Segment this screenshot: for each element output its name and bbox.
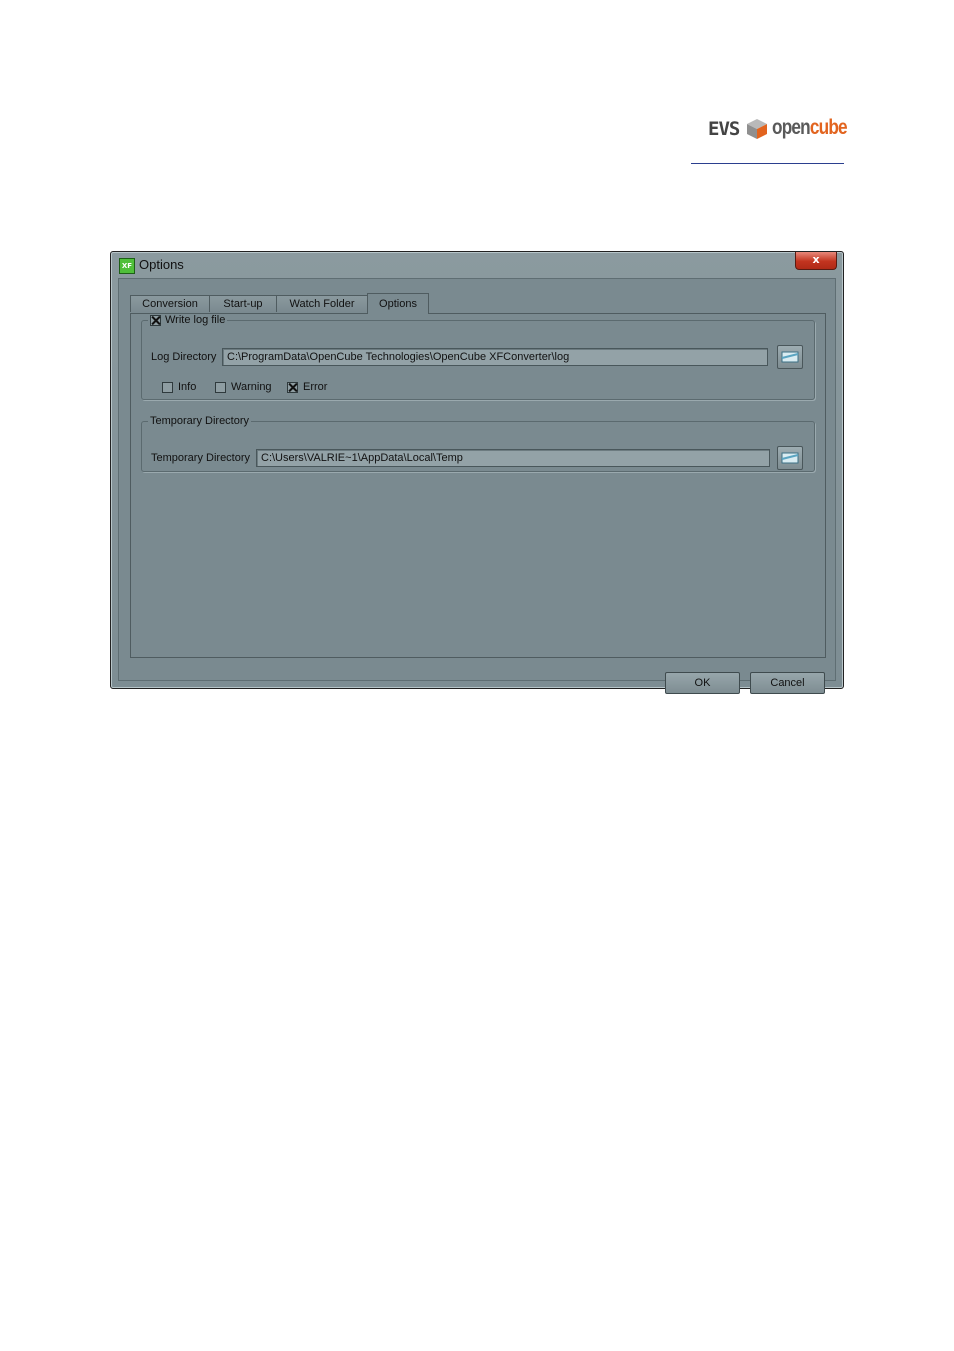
cancel-button[interactable]: Cancel: [750, 672, 825, 694]
tab-options[interactable]: Options: [367, 293, 429, 314]
header-rule: [691, 163, 844, 164]
log-directory-browse-button[interactable]: [777, 345, 803, 369]
title-bar[interactable]: XF Options x: [111, 252, 843, 278]
opencube-logo: EVS opencube: [708, 112, 848, 156]
ok-button[interactable]: OK: [665, 672, 740, 694]
xf-app-icon: XF: [119, 258, 135, 274]
write-log-label: Write log file: [165, 314, 226, 326]
log-file-group: Write log file Log Directory C:\ProgramD…: [141, 314, 815, 400]
info-checkbox-row[interactable]: Info: [162, 381, 196, 393]
options-dialog: XF Options x Conversion Start-up Watch F…: [110, 251, 844, 694]
close-button[interactable]: x: [795, 252, 837, 270]
info-label: Info: [178, 381, 197, 393]
warning-checkbox[interactable]: [215, 381, 226, 393]
close-icon: x: [812, 253, 820, 266]
log-directory-label: Log Directory: [151, 351, 217, 363]
temporary-directory-browse-button[interactable]: [777, 446, 803, 470]
temporary-directory-input[interactable]: C:\Users\VALRIE~1\AppData\Local\Temp: [256, 449, 770, 467]
opencube-logo-text: opencube: [772, 116, 848, 139]
folder-browse-icon: [781, 351, 799, 363]
warning-checkbox-row[interactable]: Warning: [215, 381, 272, 393]
temporary-directory-group-title: Temporary Directory: [150, 415, 250, 427]
temporary-directory-group: Temporary Directory Temporary Directory …: [141, 415, 815, 472]
tab-start-up[interactable]: Start-up: [209, 295, 277, 312]
write-log-legend: Write log file: [148, 314, 227, 326]
error-label: Error: [303, 381, 328, 393]
error-checkbox[interactable]: [287, 381, 298, 393]
temporary-directory-label: Temporary Directory: [151, 452, 251, 464]
evs-logo-text: EVS: [708, 118, 740, 140]
dialog-client-area: Conversion Start-up Watch Folder Options…: [118, 278, 836, 694]
window-title: Options: [139, 257, 184, 272]
error-checkbox-row[interactable]: Error: [287, 381, 327, 393]
tab-conversion[interactable]: Conversion: [130, 295, 210, 312]
tab-watch-folder[interactable]: Watch Folder: [276, 295, 368, 312]
temporary-directory-legend: Temporary Directory: [148, 415, 251, 427]
folder-browse-icon: [781, 452, 799, 464]
cube-logo-icon: [747, 119, 767, 139]
write-log-checkbox[interactable]: [150, 314, 161, 326]
info-checkbox[interactable]: [162, 381, 173, 393]
warning-label: Warning: [231, 381, 272, 393]
log-directory-input[interactable]: C:\ProgramData\OpenCube Technologies\Ope…: [222, 348, 768, 366]
options-tab-panel: Write log file Log Directory C:\ProgramD…: [130, 313, 826, 658]
